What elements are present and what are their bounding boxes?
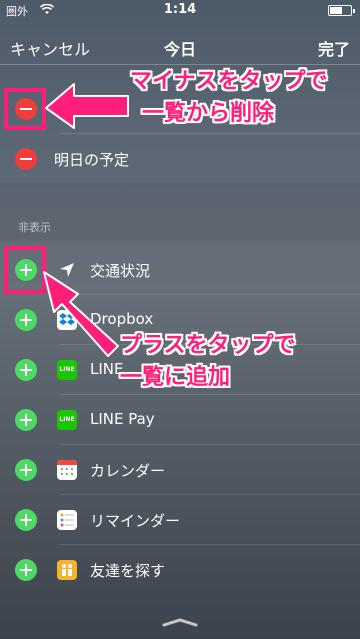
add-button[interactable] bbox=[15, 309, 37, 331]
minus-annotation-line1: マイナスをタップで bbox=[130, 69, 328, 94]
included-row-tomorrow: 明日の予定 bbox=[0, 134, 360, 184]
hidden-row-reminders: リマインダー bbox=[0, 495, 360, 545]
nav-divider bbox=[0, 64, 360, 65]
minus-highlight-box bbox=[4, 88, 46, 130]
plus-annotation-line2: 一覧に追加 bbox=[120, 365, 231, 390]
widget-label: LINE bbox=[90, 360, 124, 378]
calendar-icon bbox=[57, 460, 77, 480]
widget-label: Dropbox bbox=[90, 310, 154, 328]
reminders-icon bbox=[57, 510, 77, 530]
plus-highlight-box bbox=[4, 246, 46, 294]
hidden-section-header: 非表示 bbox=[18, 221, 51, 234]
remove-button[interactable] bbox=[15, 148, 37, 170]
add-button[interactable] bbox=[15, 459, 37, 481]
battery-icon bbox=[328, 5, 355, 16]
hidden-row-calendar: カレンダー bbox=[0, 445, 360, 495]
widget-label: リマインダー bbox=[90, 512, 181, 530]
add-button[interactable] bbox=[15, 559, 37, 581]
minus-annotation-text: マイナスをタップで 一覧から削除 bbox=[130, 66, 328, 130]
add-button[interactable] bbox=[15, 409, 37, 431]
status-time: 1:14 bbox=[163, 2, 197, 17]
widget-label: カレンダー bbox=[90, 462, 166, 480]
hidden-row-linepay: LINE LINE Pay bbox=[0, 395, 360, 445]
minus-annotation-line2: 一覧から削除 bbox=[142, 101, 275, 126]
hidden-row-traffic: 交通状況 bbox=[0, 245, 360, 295]
status-bar: 圏外 1:14 bbox=[0, 0, 360, 20]
done-button[interactable]: 完了 bbox=[318, 36, 350, 60]
hidden-row-find-friends: 友達を探す bbox=[0, 545, 360, 595]
widget-label: 友達を探す bbox=[90, 562, 166, 580]
widget-label: 交通状況 bbox=[90, 262, 151, 280]
widget-label: 今日の予定 bbox=[54, 101, 130, 119]
chevron-up-icon[interactable] bbox=[160, 616, 200, 628]
plus-annotation-line1: プラスをタップで bbox=[120, 333, 296, 358]
plus-annotation-text: プラスをタップで 一覧に追加 bbox=[120, 330, 296, 394]
location-arrow-icon bbox=[60, 263, 74, 277]
widget-label: 明日の予定 bbox=[54, 151, 130, 169]
page-title: 今日 bbox=[163, 40, 196, 59]
add-button[interactable] bbox=[15, 509, 37, 531]
line-pay-icon: LINE bbox=[57, 410, 77, 430]
widget-label: LINE Pay bbox=[90, 410, 155, 428]
line-icon: LINE bbox=[57, 360, 77, 380]
add-button[interactable] bbox=[15, 359, 37, 381]
section-separator bbox=[0, 182, 360, 242]
nav-bar: キャンセル 今日 完了 bbox=[0, 32, 360, 62]
find-friends-icon bbox=[57, 560, 77, 580]
dropbox-icon bbox=[57, 310, 77, 330]
